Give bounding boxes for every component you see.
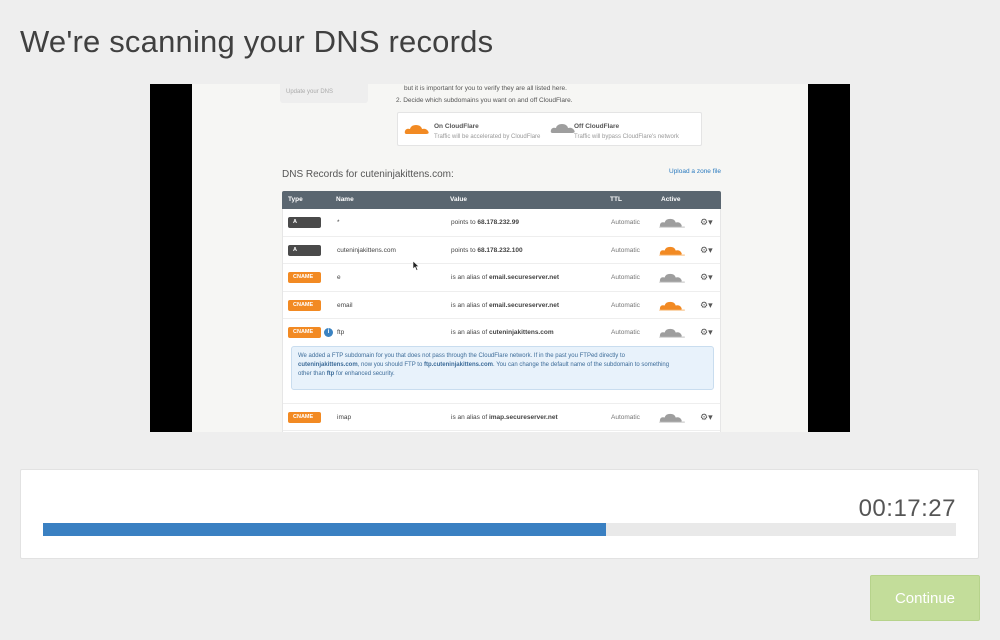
record-name: imap <box>337 414 352 421</box>
legend-off-title: Off CloudFlare <box>574 123 620 130</box>
record-type-badge: CNAME <box>288 412 321 423</box>
record-type-badge: A <box>288 217 321 228</box>
video-player[interactable]: Update your DNS but it is important for … <box>150 84 850 432</box>
orange-cloud-icon <box>659 246 685 256</box>
record-value-text: email.secureserver.net <box>488 301 560 309</box>
record-ttl: Automatic <box>611 414 640 421</box>
notice-domain: cuteninjakittens.com <box>298 362 358 368</box>
record-value-prefix: points to <box>451 219 476 226</box>
gray-cloud-icon <box>659 328 685 338</box>
cloud-legend: On CloudFlare Traffic will be accelerate… <box>397 112 702 146</box>
record-ttl: Automatic <box>611 219 640 226</box>
record-value: is an alias of email.secureserver.net <box>451 274 559 281</box>
col-active: Active <box>661 196 681 203</box>
dns-records-title: DNS Records for cuteninjakittens.com: <box>282 169 454 180</box>
notice-text: . You can change the default name of the… <box>492 362 670 368</box>
record-value-prefix: is an alias of <box>451 301 488 309</box>
record-value-text: cuteninjakittens.com <box>488 329 554 336</box>
gear-icon: ⚙▾ <box>700 299 713 310</box>
notice-line3: other than ftp for enhanced security. <box>298 370 707 379</box>
record-type-badge: CNAME <box>288 299 321 311</box>
col-ttl: TTL <box>610 196 622 203</box>
dns-table-header: Type Name Value TTL Active <box>282 191 721 209</box>
record-type-badge: CNAME <box>288 272 321 283</box>
mouse-cursor-icon <box>413 261 420 271</box>
gray-cloud-icon <box>659 218 685 228</box>
notice-line2: cuteninjakittens.com, now you should FTP… <box>298 361 707 370</box>
video-step1-text: but it is important for you to verify th… <box>404 85 567 92</box>
progress-bar-fill <box>43 523 607 536</box>
elapsed-timer: 00:17:27 <box>858 495 956 522</box>
record-name: ftp <box>337 329 345 336</box>
record-value: is an alias of email.secureserver.net <box>451 302 559 309</box>
progress-bar <box>43 523 956 536</box>
video-frame: Update your DNS but it is important for … <box>192 84 808 432</box>
scan-progress-card: 00:17:27 <box>20 469 979 559</box>
gray-cloud-icon <box>659 413 685 423</box>
record-type-badge: A <box>288 244 321 256</box>
notice-text: other than <box>298 371 327 377</box>
col-name: Name <box>336 196 354 203</box>
table-row: CNAME imap is an alias of imap.secureser… <box>283 403 720 431</box>
info-icon: i <box>324 328 333 337</box>
record-value-text: email.secureserver.net <box>488 274 560 281</box>
col-type: Type <box>288 196 303 203</box>
video-sidebar-item: Update your DNS <box>280 84 368 103</box>
gear-icon: ⚙▾ <box>700 217 713 227</box>
gray-cloud-icon <box>659 273 685 283</box>
record-name: cuteninjakittens.com <box>337 246 396 254</box>
record-value-prefix: is an alias of <box>451 329 488 336</box>
record-value: is an alias of imap.secureserver.net <box>451 414 558 421</box>
record-value-prefix: points to <box>451 246 476 254</box>
record-value-text: 68.178.232.100 <box>477 246 523 254</box>
notice-text: , now you should FTP to <box>357 362 424 368</box>
record-value-text: imap.secureserver.net <box>488 414 558 421</box>
record-name: e <box>337 274 341 281</box>
record-ttl: Automatic <box>611 301 640 309</box>
record-ttl: Automatic <box>611 329 640 336</box>
table-row: A * points to 68.178.232.99 Automatic ⚙▾ <box>283 209 720 237</box>
table-row: CNAME i ftp is an alias of cuteninjakitt… <box>283 319 720 347</box>
gear-icon: ⚙▾ <box>700 244 713 255</box>
col-value: Value <box>450 196 467 203</box>
continue-button[interactable]: Continue <box>870 575 980 621</box>
record-value: is an alias of cuteninjakittens.com <box>451 329 554 336</box>
record-value-text: 68.178.232.99 <box>477 219 519 226</box>
orange-cloud-icon <box>659 301 685 311</box>
legend-on-desc: Traffic will be accelerated by CloudFlar… <box>434 134 541 140</box>
page-title: We're scanning your DNS records <box>20 24 494 59</box>
record-value: points to 68.178.232.99 <box>451 219 519 226</box>
table-row: A cuteninjakittens.com points to 68.178.… <box>283 237 720 264</box>
legend-off-desc: Traffic will bypass CloudFlare's network <box>574 134 679 140</box>
record-value-prefix: is an alias of <box>451 274 488 281</box>
gear-icon: ⚙▾ <box>700 412 713 422</box>
notice-line1: We added a FTP subdomain for you that do… <box>298 353 625 359</box>
table-row: CNAME e is an alias of email.secureserve… <box>283 264 720 292</box>
record-ttl: Automatic <box>611 274 640 281</box>
orange-cloud-icon <box>404 125 429 134</box>
record-type-badge: CNAME <box>288 327 321 338</box>
record-value: points to 68.178.232.100 <box>451 247 523 254</box>
table-row: CNAME email is an alias of email.secures… <box>283 292 720 319</box>
legend-on-title: On CloudFlare <box>434 123 479 130</box>
record-ttl: Automatic <box>611 246 640 254</box>
gear-icon: ⚙▾ <box>700 327 713 337</box>
ftp-notice: We added a FTP subdomain for you that do… <box>291 346 714 390</box>
record-value-prefix: is an alias of <box>451 414 488 421</box>
notice-text: for enhanced security. <box>334 371 395 377</box>
record-name: * <box>337 219 340 226</box>
dns-table-body: A * points to 68.178.232.99 Automatic ⚙▾… <box>282 209 721 432</box>
upload-zone-file-link: Upload a zone file <box>669 168 722 175</box>
record-name: email <box>337 301 353 309</box>
gear-icon: ⚙▾ <box>700 272 713 282</box>
notice-ftp-domain: ftp.cuteninjakittens.com <box>423 362 493 368</box>
video-step2-text: 2. Decide which subdomains you want on a… <box>396 97 573 104</box>
video-sidebar-text: Update your DNS <box>286 89 334 95</box>
